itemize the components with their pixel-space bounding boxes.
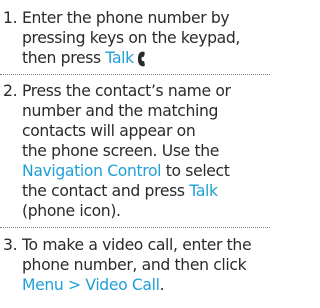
step-1-number: 1. (3, 9, 18, 27)
step-2-line-2: number and the matching (0, 101, 278, 121)
step-2-text-7: (phone icon). (22, 202, 121, 220)
step-3-text-2: phone number, and then click (22, 256, 247, 274)
step-1-text-1: Enter the phone number by (22, 9, 230, 27)
step-2-text-1: Press the contact’s name or (22, 82, 231, 100)
step-2-line-1: 2. Press the contact’s name or (0, 81, 278, 101)
step-3-line-1: 3. To make a video call, enter the (0, 235, 278, 255)
step-2-text-6: the contact and press (22, 182, 190, 200)
step-3-number: 3. (3, 236, 18, 254)
separator-2 (0, 227, 270, 228)
phone-handset-icon (137, 51, 148, 72)
step-1: 1. Enter the phone number by pressing key… (0, 8, 278, 68)
talk-keyword-2: Talk (189, 182, 218, 200)
step-2-number: 2. (3, 82, 18, 100)
step-3-line-3: Menu > Video Call. (0, 275, 278, 295)
step-2-line-4: the phone screen. Use the (0, 141, 278, 161)
step-1-line-1: 1. Enter the phone number by (0, 8, 278, 28)
navigation-control-keyword: Navigation Control (22, 162, 162, 180)
step-1-line-2: pressing keys on the keypad, (0, 28, 278, 48)
step-2-line-7: (phone icon). (0, 201, 278, 221)
step-2-text-4: the phone screen. Use the (22, 142, 219, 160)
step-1-text-3: then press (22, 49, 106, 67)
step-1-line-3: then press Talk (0, 48, 278, 68)
step-3-text-3: . (159, 276, 165, 294)
step-3: 3. To make a video call, enter the phone … (0, 235, 278, 295)
instructions-list: 1. Enter the phone number by pressing key… (0, 0, 278, 308)
step-2-line-5: Navigation Control to select (0, 161, 278, 181)
step-3-text-1: To make a video call, enter the (22, 236, 252, 254)
talk-keyword: Talk (105, 49, 134, 67)
step-2-text-5: to select (161, 162, 230, 180)
separator-1 (0, 74, 270, 75)
step-2-text-2: number and the matching (22, 102, 219, 120)
step-2-line-6: the contact and press Talk (0, 181, 278, 201)
step-2-text-3: contacts will appear on (22, 122, 196, 140)
step-1-text-2: pressing keys on the keypad, (22, 29, 240, 47)
step-3-line-2: phone number, and then click (0, 255, 278, 275)
step-2-line-3: contacts will appear on (0, 121, 278, 141)
menu-video-call-keyword: Menu > Video Call (22, 276, 160, 294)
step-2: 2. Press the contact’s name or number and… (0, 81, 278, 221)
